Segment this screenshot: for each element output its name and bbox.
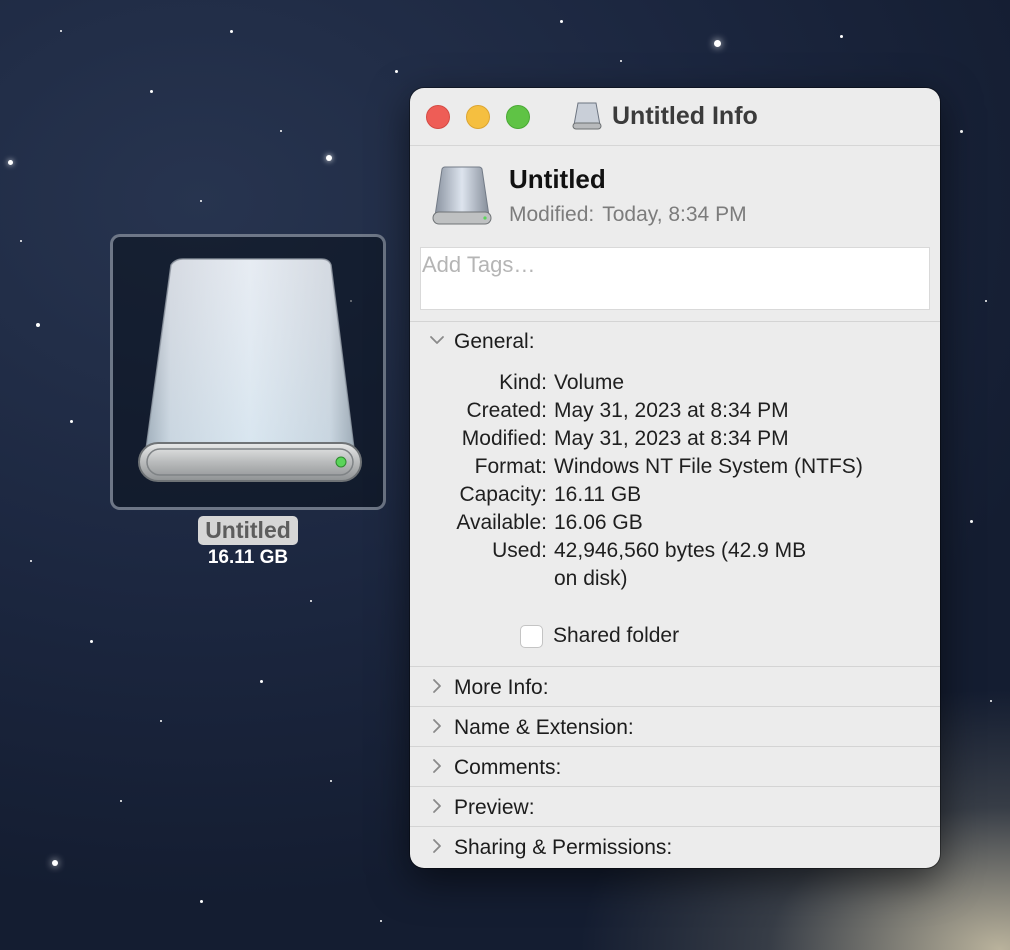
chevron-right-icon: [433, 799, 441, 813]
drive-icon: [432, 166, 492, 225]
star: [36, 323, 40, 327]
section-sharing-permissions[interactable]: Sharing & Permissions:: [410, 828, 940, 868]
section-label: More Info:: [454, 676, 549, 699]
minimize-button[interactable]: [466, 105, 490, 129]
star: [200, 200, 202, 202]
star: [260, 680, 263, 683]
star: [714, 40, 721, 47]
star: [8, 160, 13, 165]
section-name-extension[interactable]: Name & Extension:: [410, 708, 940, 748]
section-label: Sharing & Permissions:: [454, 836, 673, 859]
star: [330, 780, 332, 782]
volume-size-label: 16.11 GB: [207, 547, 289, 568]
star: [395, 70, 398, 73]
star: [70, 420, 73, 423]
volume-name-label[interactable]: Untitled: [198, 516, 298, 545]
star: [310, 600, 312, 602]
star: [230, 30, 233, 33]
close-button[interactable]: [426, 105, 450, 129]
shared-folder-checkbox[interactable]: [520, 624, 543, 648]
chevron-down-icon: [430, 336, 444, 344]
star: [160, 720, 162, 722]
star: [985, 300, 987, 302]
chevron-right-icon: [433, 679, 441, 693]
chevron-right-icon: [433, 759, 441, 773]
drive-icon: [572, 102, 602, 130]
section-comments[interactable]: Comments:: [410, 748, 940, 788]
desktop-volume-icon[interactable]: Untitled 16.11 GB: [110, 234, 386, 569]
star: [620, 60, 622, 62]
section-general-label: General:: [454, 330, 535, 353]
section-preview[interactable]: Preview:: [410, 788, 940, 828]
star: [52, 860, 58, 866]
chevron-right-icon: [433, 719, 441, 733]
star: [840, 35, 843, 38]
chevron-right-icon: [433, 839, 441, 853]
section-general[interactable]: General:: [410, 322, 940, 362]
item-modified: Modified: Today, 8:34 PM: [509, 203, 747, 227]
star: [200, 900, 203, 903]
star: [380, 920, 382, 922]
window-title-text: Untitled Info: [612, 101, 758, 130]
drive-icon: [138, 258, 362, 482]
star: [560, 20, 563, 23]
star: [120, 800, 122, 802]
section-label: Preview:: [454, 796, 535, 819]
shared-folder-option[interactable]: Shared folder: [520, 624, 679, 648]
section-label: Name & Extension:: [454, 716, 634, 739]
window-title: Untitled Info: [572, 100, 758, 132]
tags-input[interactable]: [421, 248, 929, 282]
modified-label: Modified:: [509, 203, 595, 226]
volume-icon-selection: [110, 234, 386, 510]
star: [280, 130, 282, 132]
modified-value: Today, 8:34 PM: [602, 203, 747, 226]
section-label: Comments:: [454, 756, 562, 779]
star: [20, 240, 22, 242]
star: [30, 560, 32, 562]
zoom-button[interactable]: [506, 105, 530, 129]
star: [90, 640, 93, 643]
star: [990, 700, 992, 702]
star: [960, 130, 963, 133]
item-name: Untitled: [509, 164, 606, 194]
star: [60, 30, 62, 32]
info-header: Untitled Modified: Today, 8:34 PM: [410, 146, 940, 242]
tags-field-container: [420, 247, 930, 310]
star: [150, 90, 153, 93]
star: [326, 155, 332, 161]
shared-folder-label: Shared folder: [553, 624, 680, 647]
window-titlebar[interactable]: Untitled Info: [410, 88, 940, 146]
star: [970, 520, 973, 523]
section-more-info[interactable]: More Info:: [410, 668, 940, 708]
